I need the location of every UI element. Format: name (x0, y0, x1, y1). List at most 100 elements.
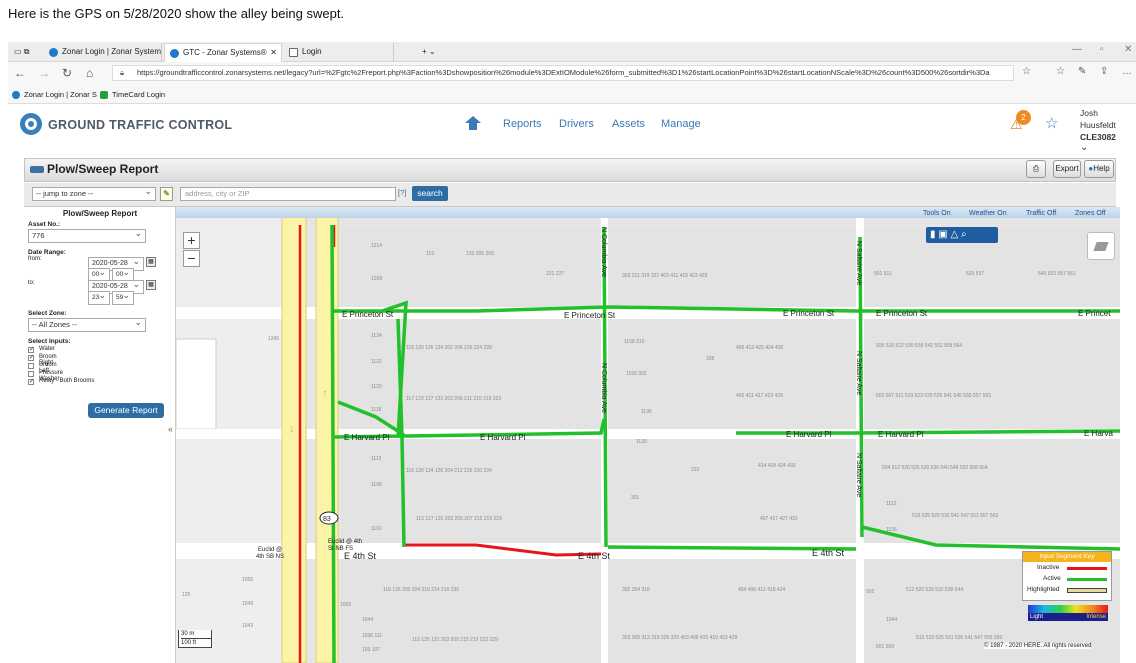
map-view[interactable]: 1214 119 133 205 209 1208 221 227 303 311 31… (176, 207, 1120, 663)
tab-actions-icon[interactable]: ▭ ⧉ (8, 43, 42, 62)
traffic-toggle[interactable]: Traffic Off (1026, 210, 1056, 217)
to-calendar-icon[interactable]: ▦ (146, 280, 156, 290)
generate-report-button[interactable]: Generate Report (88, 403, 164, 418)
search-help-icon[interactable]: [?] (398, 188, 406, 197)
user-menu[interactable]: Josh Huusfeldt CLE3082 ⌄ (1080, 107, 1136, 153)
svg-text:504 512 520 526 530 536 540 54: 504 512 520 526 530 536 540 548 552 558 … (882, 465, 988, 471)
checkbox-pressure-washer[interactable] (28, 371, 34, 377)
close-tab-icon[interactable]: ✕ (270, 44, 277, 62)
zoom-in-button[interactable]: + (183, 232, 200, 249)
label-princeton-3: E Princeton St (783, 309, 835, 318)
favorites-star-icon[interactable]: ☆ (1045, 114, 1058, 132)
nav-reports[interactable]: Reports (503, 118, 542, 130)
map-tools-strip[interactable]: ▮ ▣ △ ⌕ (926, 227, 998, 243)
layers-button[interactable] (1087, 232, 1115, 260)
svg-text:302 304 318: 302 304 318 (622, 587, 650, 593)
favorite-zonar-login[interactable]: Zonar Login | Zonar S (24, 86, 97, 104)
direction-arrow-icon: ↑ (322, 386, 328, 400)
search-button[interactable]: search (412, 186, 448, 201)
app-logo-text: GROUND TRAFFIC CONTROL (48, 118, 233, 132)
label-4th-1: E 4th St (344, 551, 377, 561)
zones-toggle[interactable]: Zones Off (1075, 210, 1106, 217)
url-bar[interactable]: 🔒︎ https://groundtrafficcontrol.zonarsys… (112, 65, 1014, 81)
edit-zone-icon[interactable]: ✎ (160, 187, 173, 201)
svg-text:405 411 417 423 429: 405 411 417 423 429 (736, 393, 783, 399)
label-princeton-1: E Princeton St (342, 310, 394, 319)
new-tab-button[interactable]: + ⌄ (404, 43, 444, 62)
favorites-icon[interactable]: ☆ (1056, 66, 1065, 77)
active-trace-euclid (330, 224, 336, 663)
svg-text:1112: 1112 (886, 501, 897, 507)
checkbox-relay[interactable]: ✓ (28, 379, 34, 385)
back-icon[interactable]: ← (14, 66, 26, 80)
map-canvas[interactable]: 1214 119 133 205 209 1208 221 227 303 311 31… (176, 207, 1120, 663)
to-hour-select[interactable]: 23 (88, 291, 110, 305)
nav-assets[interactable]: Assets (612, 118, 645, 130)
print-button[interactable]: ⎙ (1026, 160, 1046, 178)
svg-text:1245: 1245 (268, 336, 279, 342)
zone-select[interactable]: -- All Zones -- (28, 318, 146, 332)
legend-row-highlighted: Highlighted (1023, 585, 1111, 596)
checkbox-broom-right[interactable]: ✓ (28, 355, 34, 361)
tools-toggle[interactable]: Tools On (923, 210, 951, 217)
help-button[interactable]: ●Help (1084, 160, 1114, 178)
nav-manage[interactable]: Manage (661, 118, 701, 130)
ruler-icon[interactable]: ▮ (930, 229, 936, 240)
collapse-sidebar-icon[interactable]: « (168, 424, 173, 434)
browser-tabbar: Zonar Login | Zonar System GTC - Zonar S… (8, 42, 1136, 62)
svg-text:1208: 1208 (371, 276, 382, 282)
favorite-star-icon[interactable]: ☆ (1022, 66, 1031, 77)
inactive-swatch (1067, 567, 1107, 570)
more-icon[interactable]: … (1122, 66, 1132, 77)
weather-toggle[interactable]: Weather On (969, 210, 1007, 217)
browser-tab-login[interactable]: Login (284, 43, 394, 62)
label-harvard-3: E Harvard Pl (786, 430, 832, 439)
direction-arrow-icon: ↓ (289, 421, 295, 435)
save-map-icon[interactable]: ▣ (938, 229, 947, 240)
svg-text:1055: 1055 (242, 577, 253, 583)
svg-text:414 418 424 430: 414 418 424 430 (758, 463, 796, 469)
address-search-input[interactable]: address, city or ZIP (180, 187, 396, 201)
svg-text:545 553 557 561: 545 553 557 561 (1038, 271, 1076, 277)
screenshot-root: Here is the GPS on 5/28/2020 show the al… (0, 0, 1136, 663)
favorite-timecard[interactable]: TimeCard Login (112, 86, 165, 104)
nav-drivers[interactable]: Drivers (559, 118, 594, 130)
close-window-icon[interactable]: ✕ (1124, 44, 1132, 55)
home-icon[interactable] (465, 116, 481, 123)
magnify-icon[interactable]: ⌕ (961, 229, 967, 240)
svg-text:1044: 1044 (362, 617, 373, 623)
label-princeton-5: E Princet (1078, 309, 1111, 318)
zoom-out-button[interactable]: − (183, 250, 200, 267)
gradient-labels: Light Intense (1028, 613, 1108, 621)
to-minute-select[interactable]: 59 (112, 291, 134, 305)
checkbox-broom-left[interactable] (28, 363, 34, 369)
browser-tab-gtc[interactable]: GTC - Zonar Systems® ✕ (164, 43, 282, 62)
checkbox-water[interactable]: ✓ (28, 347, 34, 353)
svg-text:1130: 1130 (636, 439, 647, 445)
restore-icon[interactable]: ▫ (1100, 44, 1104, 55)
layers-icon (1093, 242, 1109, 251)
forward-icon[interactable]: → (38, 66, 50, 80)
label-euclid-nb: Euclid @ 4th (328, 539, 362, 545)
minimize-icon[interactable]: — (1072, 44, 1082, 55)
home-icon-base[interactable] (469, 123, 477, 130)
pen-icon[interactable]: ✎ (1078, 66, 1086, 77)
export-button[interactable]: Export (1053, 160, 1081, 178)
from-calendar-icon[interactable]: ▦ (146, 257, 156, 267)
share-icon[interactable]: ⇪ (1100, 66, 1108, 77)
label-harvard-2: E Harvard Pl (480, 433, 526, 442)
zonar-favicon-icon (49, 48, 58, 57)
svg-text:503 507 511 519 523 529 535 54: 503 507 511 519 523 529 535 541 545 555 … (876, 393, 991, 399)
alert-count-badge[interactable]: 2 (1016, 110, 1031, 125)
svg-text:1112: 1112 (371, 456, 382, 462)
browser-tab-zonar-login[interactable]: Zonar Login | Zonar System (44, 43, 162, 62)
jump-to-zone-select[interactable]: -- jump to zone -- (32, 187, 156, 201)
svg-text:328: 328 (706, 356, 715, 362)
svg-text:1044: 1044 (886, 617, 897, 623)
svg-text:1043: 1043 (242, 623, 253, 629)
svg-text:303 309 313 319 325 329 403 40: 303 309 313 319 325 329 403 409 415 419 … (622, 635, 738, 641)
select-icon[interactable]: △ (951, 229, 959, 240)
refresh-icon[interactable]: ↻ (62, 66, 72, 80)
asset-select[interactable]: 776 (28, 229, 146, 243)
home-browser-icon[interactable]: ⌂ (86, 66, 93, 80)
